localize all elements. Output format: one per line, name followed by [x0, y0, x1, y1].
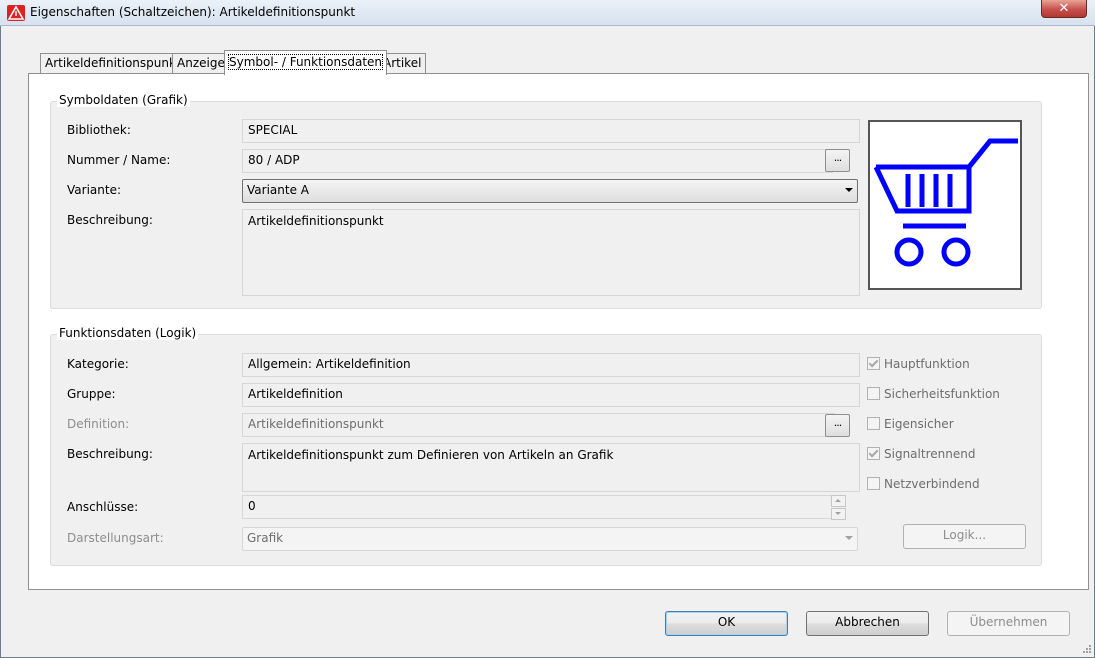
- title-bar: Eigenschaften (Schaltzeichen): Artikelde…: [0, 0, 1095, 26]
- display-type-dropdown: Grafik: [242, 527, 858, 551]
- symbol-description-field[interactable]: Artikeldefinitionspunkt: [242, 209, 860, 296]
- symbol-browse-button[interactable]: ...: [825, 149, 850, 172]
- checkbox-label: Eigensicher: [884, 417, 954, 431]
- ok-button[interactable]: OK: [665, 611, 788, 636]
- close-button[interactable]: ✕: [1041, 0, 1087, 18]
- chevron-down-icon: [845, 188, 853, 192]
- symbol-preview: [868, 120, 1022, 290]
- display-type-label: Darstellungsart:: [67, 531, 164, 545]
- library-field: SPECIAL: [242, 119, 860, 143]
- checkbox-icon: [867, 477, 880, 490]
- function-group-title: Funktionsdaten (Logik): [57, 326, 199, 340]
- tab-label: Anzeige: [177, 56, 225, 70]
- window-title: Eigenschaften (Schaltzeichen): Artikelde…: [30, 5, 356, 19]
- checkbox-label: Hauptfunktion: [884, 357, 970, 371]
- tab-anzeige[interactable]: Anzeige: [172, 53, 230, 74]
- definition-field: Artikeldefinitionspunkt: [242, 413, 835, 437]
- apply-button: Übernehmen: [947, 611, 1070, 636]
- checkbox-icon: [867, 417, 880, 430]
- tab-symbol-funktionsdaten[interactable]: Symbol- / Funktionsdaten: [224, 50, 388, 75]
- shopping-cart-icon: [873, 138, 1018, 267]
- checkbox-signaltrennend: Signaltrennend: [867, 447, 975, 461]
- checkbox-eigensicher: Eigensicher: [867, 417, 954, 431]
- tab-artikeldefinitionspunkt[interactable]: Artikeldefinitionspunkt: [40, 53, 186, 74]
- symbol-group-title: Symboldaten (Grafik): [57, 93, 190, 107]
- group-label: Gruppe:: [67, 387, 116, 401]
- stepper-down-icon[interactable]: [831, 508, 846, 520]
- tab-label: Symbol- / Funktionsdaten: [227, 54, 384, 70]
- function-description-label: Beschreibung:: [67, 447, 153, 461]
- function-description-field[interactable]: Artikeldefinitionspunkt zum Definieren v…: [242, 443, 860, 492]
- checkbox-checked-icon: [867, 447, 880, 460]
- tab-label: Artikel: [383, 56, 422, 70]
- stepper-up-icon[interactable]: [831, 495, 846, 507]
- checkbox-checked-icon: [867, 357, 880, 370]
- group-field: Artikeldefinition: [242, 383, 860, 407]
- symbol-description-label: Beschreibung:: [67, 213, 153, 227]
- connections-field[interactable]: 0: [242, 495, 839, 519]
- checkbox-netzverbindend: Netzverbindend: [867, 477, 980, 491]
- checkbox-label: Signaltrennend: [884, 447, 976, 461]
- display-type-value: Grafik: [247, 531, 284, 545]
- logic-button: Logik...: [903, 524, 1026, 549]
- connections-label: Anschlüsse:: [67, 500, 139, 514]
- connections-stepper[interactable]: [831, 495, 846, 520]
- checkbox-label: Netzverbindend: [884, 477, 980, 491]
- variant-value: Variante A: [247, 183, 309, 197]
- app-warning-icon: [7, 5, 25, 21]
- tab-label: Artikeldefinitionspunkt: [45, 56, 181, 70]
- category-label: Kategorie:: [67, 357, 129, 371]
- chevron-down-icon: [845, 536, 853, 540]
- checkbox-hauptfunktion: Hauptfunktion: [867, 357, 970, 371]
- resize-grip-icon[interactable]: [1078, 643, 1092, 655]
- variant-dropdown[interactable]: Variante A: [242, 179, 858, 203]
- definition-label: Definition:: [67, 417, 130, 431]
- variant-label: Variante:: [67, 183, 121, 197]
- cancel-button[interactable]: Abbrechen: [806, 611, 929, 636]
- number-name-label: Nummer / Name:: [67, 153, 171, 167]
- checkbox-label: Sicherheitsfunktion: [884, 387, 1000, 401]
- function-browse-button[interactable]: ...: [825, 414, 850, 437]
- category-field: Allgemein: Artikeldefinition: [242, 353, 860, 377]
- checkbox-icon: [867, 387, 880, 400]
- library-label: Bibliothek:: [67, 123, 131, 137]
- number-name-field: 80 / ADP: [242, 149, 833, 173]
- checkbox-sicherheitsfunktion: Sicherheitsfunktion: [867, 387, 1000, 401]
